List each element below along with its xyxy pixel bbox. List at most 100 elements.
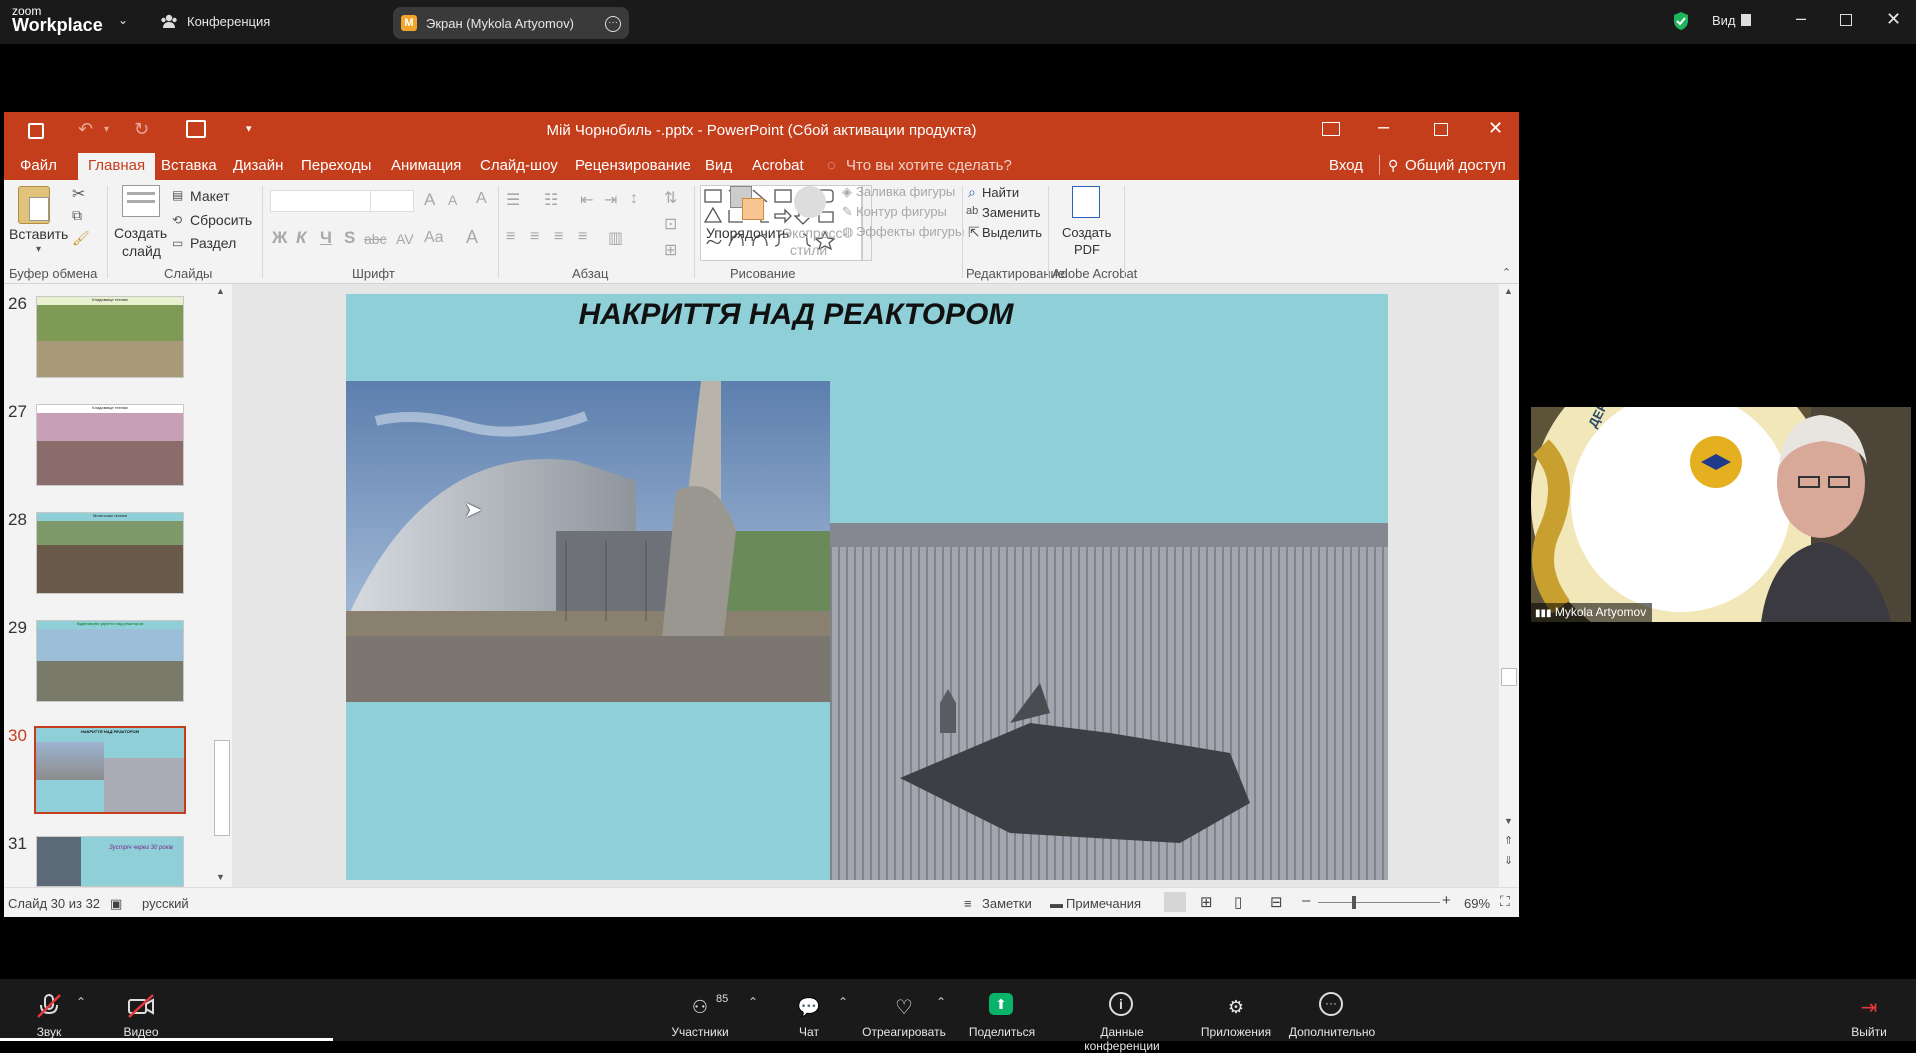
align-right-icon[interactable]: ≡ [554,228,563,246]
spellcheck-icon[interactable]: ▣ [110,896,122,912]
tab-view[interactable]: Вид [705,157,732,174]
quick-styles-icon[interactable] [794,186,826,218]
chevron-down-icon[interactable]: ⌄ [118,13,128,27]
shape-fill-button[interactable]: Заливка фигуры [856,184,955,199]
tab-transitions[interactable]: Переходы [301,157,371,174]
align-left-icon[interactable]: ≡ [506,228,515,246]
shape-effects-button[interactable]: Эффекты фигуры [856,224,964,239]
leave-icon[interactable]: ⇥ [1854,995,1884,1021]
select-button[interactable]: Выделить [982,225,1042,240]
numbering-icon[interactable]: ☷ [544,190,558,210]
react-label[interactable]: Отреагировать [849,1025,959,1039]
slide-title[interactable]: НАКРИТТЯ НАД РЕАКТОРОМ [346,298,1246,332]
quick-styles-label-1[interactable]: Экспресс- [782,225,847,241]
indent-icon[interactable]: ⇥ [604,190,617,210]
tab-animations[interactable]: Анимация [391,157,461,174]
info-icon[interactable]: i [1109,992,1133,1016]
participant-video[interactable]: ДЕРЖАВНИЙ БІО ▮▮▮ Mykola Artyomov [1531,407,1911,622]
scroll-up-icon[interactable]: ▲ [1504,286,1513,296]
bold-button[interactable]: Ж [272,228,287,248]
scroll-down-icon[interactable]: ▼ [216,872,225,882]
tab-insert[interactable]: Вставка [161,157,217,174]
cut-icon[interactable]: ✂ [72,184,85,204]
tab-acrobat[interactable]: Acrobat [752,157,804,174]
align-text-icon[interactable]: ⊡ [664,214,677,234]
zoom-slider-thumb[interactable] [1352,896,1356,909]
fit-to-window-icon[interactable]: ⛶ [1500,893,1510,910]
zoom-level[interactable]: 69% [1464,896,1490,911]
tab-design[interactable]: Дизайн [233,157,283,174]
video-off-icon[interactable] [126,993,156,1019]
apps-label[interactable]: Приложения [1181,1025,1291,1039]
reading-view-icon[interactable]: ▯ [1234,893,1242,911]
increase-font-icon[interactable]: A [424,190,435,210]
scroll-thumb[interactable] [214,740,230,836]
share-screen-icon[interactable]: ⬆ [989,993,1013,1015]
font-size-select[interactable] [370,190,414,212]
slide-thumbnail-29[interactable]: Будівництво укриття над реактором [36,620,184,702]
chat-options-icon[interactable]: ⌃ [838,995,848,1009]
create-pdf-label-1[interactable]: Создать [1062,225,1111,240]
participants-options-icon[interactable]: ⌃ [748,995,758,1009]
close-icon[interactable]: ✕ [1886,9,1901,30]
paste-dropdown-icon[interactable]: ▾ [36,244,41,255]
smartart-icon[interactable]: ⊞ [664,240,677,260]
slide-thumbnail-26[interactable]: Кладовище техніки [36,296,184,378]
shadow-button[interactable]: S [344,228,355,248]
tab-home[interactable]: Главная [78,153,156,180]
align-center-icon[interactable]: ≡ [530,228,539,246]
paste-icon[interactable] [18,186,50,224]
justify-icon[interactable]: ≡ [578,228,587,246]
heart-icon[interactable]: ♡ [889,995,919,1021]
slide-sorter-icon[interactable]: ⊞ [1200,893,1213,911]
layout-button[interactable]: Макет [190,188,230,204]
share-label[interactable]: Поделиться [947,1025,1057,1039]
notes-button[interactable]: Заметки [982,896,1032,911]
participants-icon[interactable]: ⚇ [685,997,715,1023]
ppt-restore-icon[interactable] [1434,123,1448,136]
outdent-icon[interactable]: ⇤ [580,190,593,210]
scroll-down-icon[interactable]: ▼ [1504,816,1513,826]
audio-options-icon[interactable]: ⌃ [76,995,86,1009]
font-color-button[interactable]: A [466,227,478,248]
thumbnails-scrollbar[interactable]: ▲ ▼ [212,284,232,887]
reset-button[interactable]: Сбросить [190,212,252,228]
tab-file[interactable]: Файл [20,157,57,174]
underline-button[interactable]: Ч [320,228,332,248]
text-direction-icon[interactable]: ⇅ [664,188,677,208]
more-options-icon[interactable]: ··· [605,16,621,32]
ribbon-display-icon[interactable] [1322,122,1340,136]
find-button[interactable]: Найти [982,185,1019,200]
slide-thumbnail-27[interactable]: Кладовище техніки [36,404,184,486]
minimize-icon[interactable]: – [1796,8,1806,29]
tell-me-input[interactable]: Что вы хотите сделать? [846,157,1012,174]
strikethrough-button[interactable]: abc [364,231,387,247]
zoom-out-button[interactable]: – [1302,892,1310,909]
video-label[interactable]: Видео [86,1025,196,1039]
new-slide-label-1[interactable]: Создать [114,225,167,241]
react-options-icon[interactable]: ⌃ [936,995,946,1009]
slide-thumbnail-31[interactable]: Зустріч через 30 років [36,836,184,887]
view-label[interactable]: Вид [1712,13,1736,28]
shield-check-icon[interactable] [1672,11,1690,31]
ppt-close-icon[interactable]: ✕ [1488,118,1503,139]
change-case-button[interactable]: Aa [424,229,444,247]
create-pdf-label-2[interactable]: PDF [1074,242,1100,257]
slide-scrollbar[interactable]: ▲ ▼ ⇑ ⇓ [1499,284,1519,887]
slide-thumbnail-28[interactable]: Могильник техніки [36,512,184,594]
share-button[interactable]: Общий доступ [1405,157,1506,174]
chat-icon[interactable]: 💬 [794,997,824,1023]
confinement-photo[interactable] [346,381,830,702]
format-painter-icon[interactable]: 🖌 [72,230,90,247]
previous-slide-icon[interactable]: ⇑ [1504,834,1513,847]
italic-button[interactable]: К [296,228,306,248]
section-button[interactable]: Раздел [190,235,236,251]
meeting-info-label[interactable]: Данные конференции [1067,1025,1177,1053]
new-slide-icon[interactable] [122,185,160,217]
zoom-in-button[interactable]: + [1442,892,1451,909]
arrange-button[interactable]: Упорядочить [706,225,789,241]
replace-button[interactable]: Заменить [982,205,1040,220]
language-label[interactable]: русский [142,896,189,911]
ppt-minimize-icon[interactable]: – [1378,116,1389,139]
paste-button[interactable]: Вставить [9,226,68,242]
